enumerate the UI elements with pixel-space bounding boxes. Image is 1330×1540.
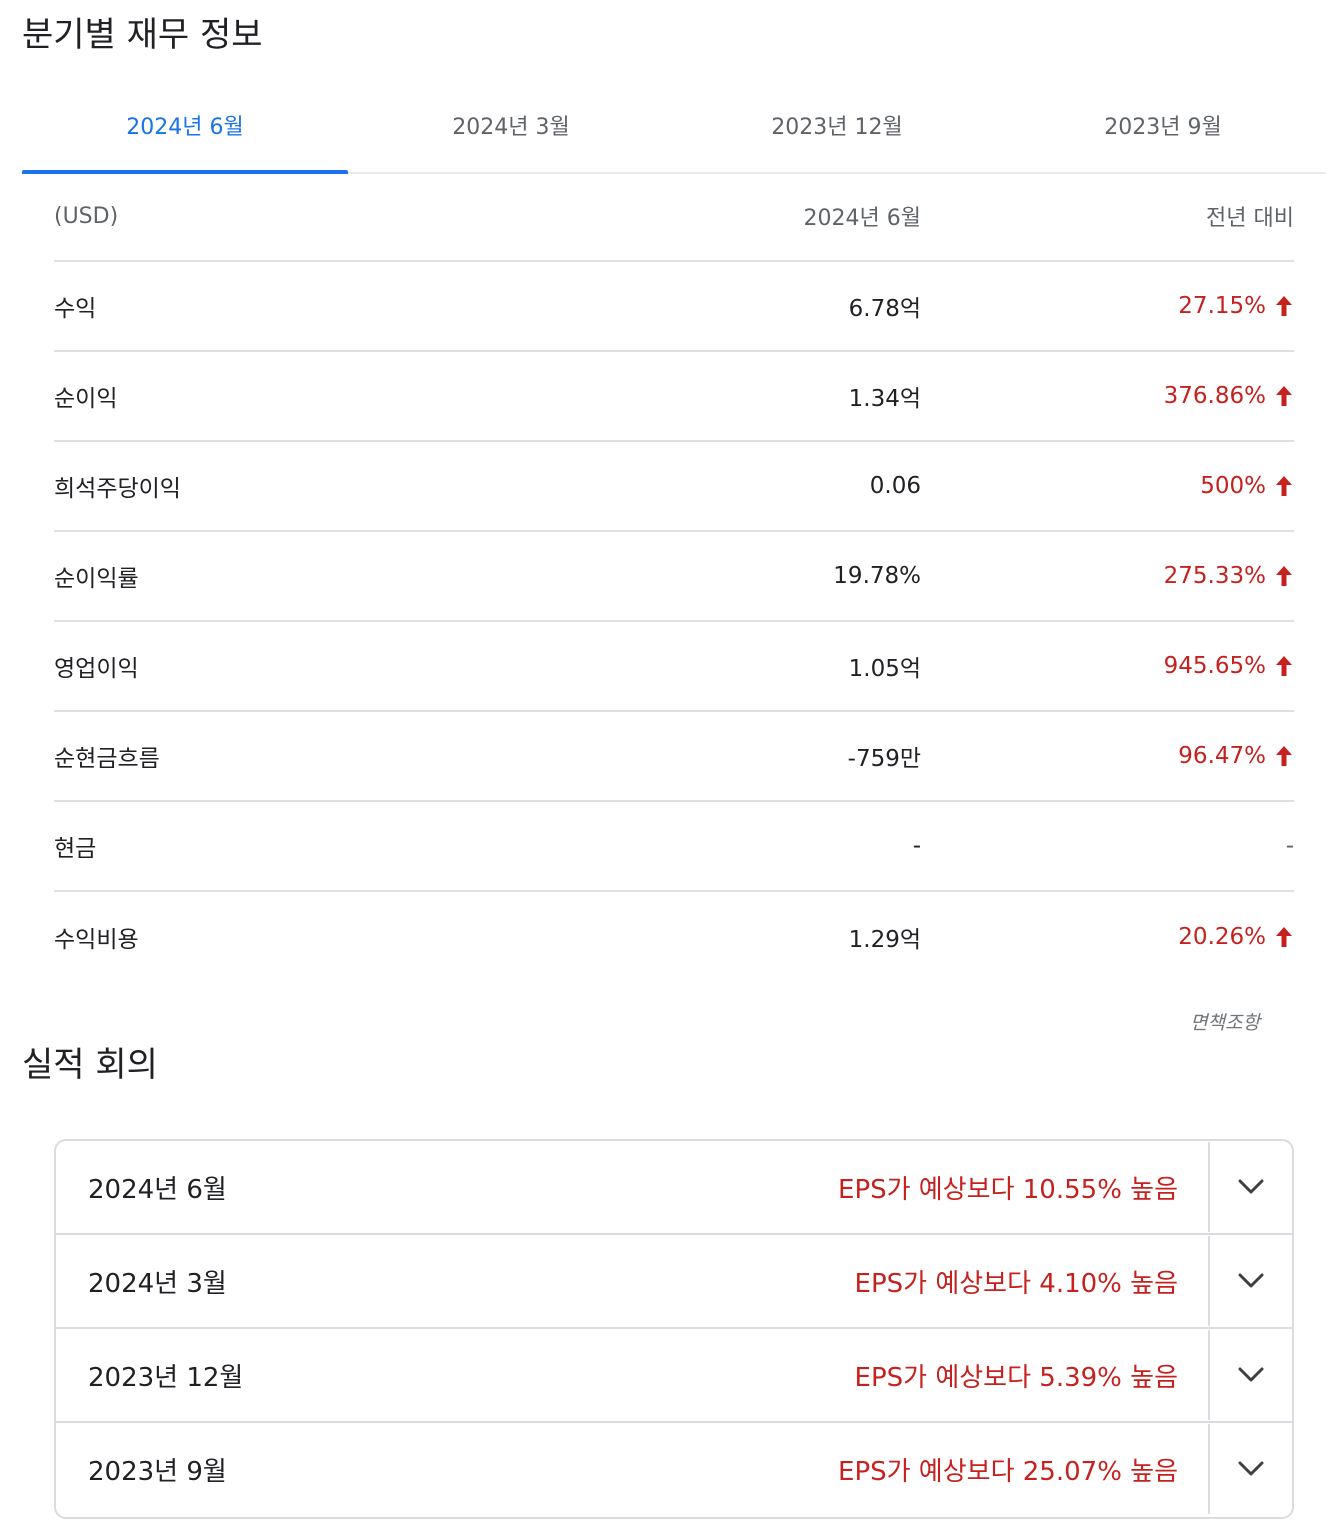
row-change-value: 96.47%: [1178, 743, 1266, 769]
expand-button[interactable]: [1208, 1330, 1292, 1420]
row-value: 0.06: [869, 473, 921, 499]
table-row: 순현금흐름 -759만 96.47%: [54, 712, 1294, 802]
table-row: 순이익률 19.78% 275.33%: [54, 532, 1294, 622]
chevron-down-icon: [1238, 1273, 1264, 1289]
row-change: 27.15%: [921, 293, 1294, 319]
arrow-up-icon: [1274, 926, 1294, 948]
row-label: 수익비용: [54, 927, 139, 953]
arrow-up-icon: [1274, 565, 1294, 587]
row-value: -: [912, 833, 921, 859]
table-row: 수익비용 1.29억 20.26%: [54, 892, 1294, 982]
table-row: 순이익 1.34억 376.86%: [54, 352, 1294, 442]
table-row: 현금 - -: [54, 802, 1294, 892]
row-label: 현금: [54, 836, 97, 862]
arrow-up-icon: [1274, 655, 1294, 677]
earnings-date: 2023년 12월: [88, 1362, 244, 1393]
table-row: 영업이익 1.05억 945.65%: [54, 622, 1294, 712]
row-label: 순현금흐름: [54, 746, 160, 772]
table-header-row: (USD) 2024년 6월 전년 대비: [54, 172, 1294, 262]
period-tabs: 2024년 6월 2024년 3월 2023년 12월 2023년 9월: [22, 78, 1326, 174]
row-label: 희석주당이익: [54, 476, 181, 502]
earnings-date: 2023년 9월: [88, 1456, 227, 1487]
row-change: 275.33%: [921, 563, 1294, 589]
row-change-value: 275.33%: [1163, 563, 1266, 589]
row-change-value: -: [1285, 833, 1294, 859]
earnings-date: 2024년 6월: [88, 1174, 227, 1205]
row-value: 19.78%: [833, 563, 921, 589]
row-value: 6.78억: [848, 296, 921, 322]
expand-button[interactable]: [1208, 1142, 1292, 1232]
arrow-up-icon: [1274, 295, 1294, 317]
row-change-value: 945.65%: [1163, 653, 1266, 679]
financials-title: 분기별 재무 정보: [22, 15, 263, 55]
earnings-row[interactable]: 2024년 6월 EPS가 예상보다 10.55% 높음: [56, 1141, 1292, 1235]
tab-2023-sep[interactable]: 2023년 9월: [1000, 78, 1326, 172]
earnings-list: 2024년 6월 EPS가 예상보다 10.55% 높음 2024년 3월 EPS가 …: [54, 1139, 1294, 1519]
expand-button[interactable]: [1208, 1236, 1292, 1326]
row-change-value: 20.26%: [1178, 924, 1266, 950]
row-value: 1.34억: [848, 386, 921, 412]
eps-surprise: EPS가 예상보다 25.07% 높음: [838, 1456, 1178, 1487]
row-label: 순이익률: [54, 566, 139, 592]
table-row: 희석주당이익 0.06 500%: [54, 442, 1294, 532]
disclaimer-link[interactable]: 면책조항: [1190, 1008, 1260, 1035]
row-change-value: 27.15%: [1178, 293, 1266, 319]
earnings-row[interactable]: 2023년 9월 EPS가 예상보다 25.07% 높음: [56, 1423, 1292, 1515]
tab-2024-mar[interactable]: 2024년 3월: [348, 78, 674, 172]
yoy-header: 전년 대비: [921, 200, 1294, 232]
row-value: 1.29억: [848, 927, 921, 953]
eps-surprise: EPS가 예상보다 4.10% 높음: [854, 1268, 1178, 1299]
arrow-up-icon: [1274, 745, 1294, 767]
row-value: -759만: [847, 746, 921, 772]
row-change: 500%: [921, 473, 1294, 499]
earnings-date: 2024년 3월: [88, 1268, 227, 1299]
tab-2024-jun[interactable]: 2024년 6월: [22, 78, 348, 174]
row-value: 1.05억: [848, 656, 921, 682]
yoy-header-label: 전년 대비: [1206, 206, 1294, 231]
earnings-row[interactable]: 2024년 3월 EPS가 예상보다 4.10% 높음: [56, 1235, 1292, 1329]
eps-surprise: EPS가 예상보다 5.39% 높음: [854, 1362, 1178, 1393]
arrow-up-icon: [1274, 385, 1294, 407]
expand-button[interactable]: [1208, 1424, 1292, 1514]
arrow-up-icon: [1274, 475, 1294, 497]
row-change: 376.86%: [921, 383, 1294, 409]
chevron-down-icon: [1238, 1367, 1264, 1383]
row-change-value: 500%: [1200, 473, 1266, 499]
period-header: 2024년 6월: [803, 206, 921, 231]
row-change: 20.26%: [921, 924, 1294, 950]
row-label: 순이익: [54, 386, 118, 412]
row-label: 영업이익: [54, 656, 139, 682]
row-change-value: 376.86%: [1163, 383, 1266, 409]
tab-2023-dec[interactable]: 2023년 12월: [674, 78, 1000, 172]
eps-surprise: EPS가 예상보다 10.55% 높음: [838, 1174, 1178, 1205]
row-change: 96.47%: [921, 743, 1294, 769]
financials-table: (USD) 2024년 6월 전년 대비 수익 6.78억 27.15% 순이익 1.3…: [54, 172, 1294, 982]
chevron-down-icon: [1238, 1461, 1264, 1477]
row-change: 945.65%: [921, 653, 1294, 679]
table-row: 수익 6.78억 27.15%: [54, 262, 1294, 352]
earnings-title: 실적 회의: [22, 1045, 158, 1085]
earnings-row[interactable]: 2023년 12월 EPS가 예상보다 5.39% 높음: [56, 1329, 1292, 1423]
chevron-down-icon: [1238, 1179, 1264, 1195]
unit-header: (USD): [54, 203, 119, 229]
row-label: 수익: [54, 296, 97, 322]
row-change: -: [921, 833, 1294, 859]
